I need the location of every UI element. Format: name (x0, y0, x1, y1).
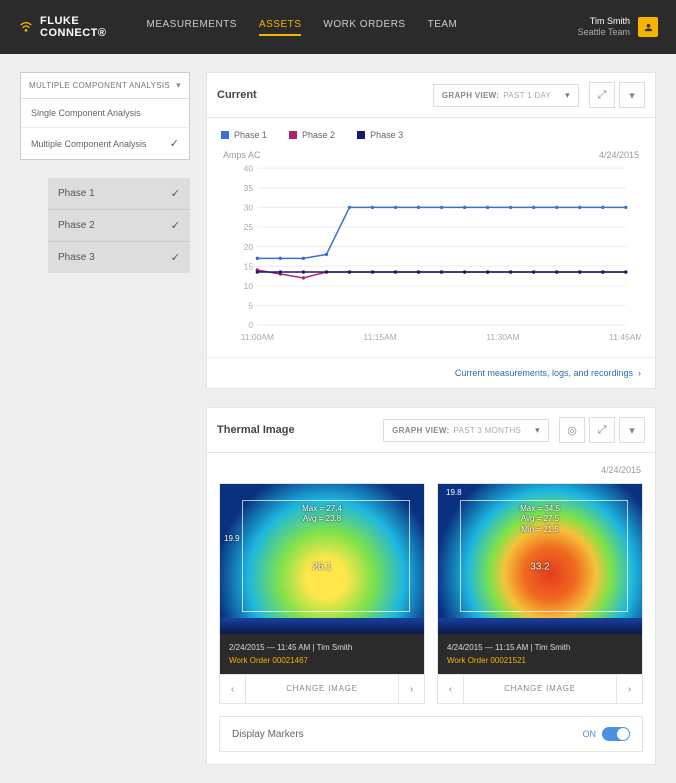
phase-item-3[interactable]: Phase 3 ✓ (48, 241, 190, 273)
svg-text:5: 5 (248, 301, 253, 311)
display-markers-row: Display Markers ON (219, 716, 643, 752)
more-menu-icon[interactable]: ▾ (619, 417, 645, 443)
analysis-dropdown-title: MULTIPLE COMPONENT ANALYSIS (29, 81, 170, 90)
chevron-right-icon: › (638, 368, 641, 378)
thermal-graph-view-select[interactable]: GRAPH VIEW: PAST 3 MONTHS ▾ (383, 419, 549, 442)
caret-down-icon: ▾ (535, 425, 540, 436)
phase-item-1[interactable]: Phase 1 ✓ (48, 178, 190, 209)
svg-text:11:15AM: 11:15AM (364, 332, 397, 342)
thermal-meta-1: 2/24/2015 — 11:45 AM | Tim Smith Work Or… (220, 634, 424, 674)
check-icon: ✓ (171, 251, 180, 264)
user-icon (638, 17, 658, 37)
nav-measurements[interactable]: MEASUREMENTS (147, 19, 237, 36)
phase-item-2[interactable]: Phase 2 ✓ (48, 209, 190, 241)
expand-icon[interactable]: ⤢ (589, 417, 615, 443)
chart-legend: Phase 1 Phase 2 Phase 3 (207, 118, 655, 144)
nav-workorders[interactable]: WORK ORDERS (323, 19, 405, 36)
check-icon: ✓ (170, 137, 179, 150)
check-icon: ✓ (171, 187, 180, 200)
graph-view-select[interactable]: GRAPH VIEW: PAST 1 DAY ▾ (433, 84, 579, 107)
user-name: Tim Smith (578, 16, 630, 27)
analysis-dropdown-toggle[interactable]: MULTIPLE COMPONENT ANALYSIS ▾ (21, 73, 189, 99)
svg-text:30: 30 (244, 203, 254, 213)
work-order-link[interactable]: Work Order 00021467 (229, 655, 415, 666)
nav-team[interactable]: TEAM (428, 19, 458, 36)
next-image-button[interactable]: › (398, 675, 424, 703)
thermal-card-2: 19.8 Max = 34.5 Avg = 27.5 Min = 21.5 33… (437, 483, 643, 704)
svg-text:25: 25 (244, 222, 254, 232)
next-image-button[interactable]: › (616, 675, 642, 703)
caret-down-icon: ▾ (565, 90, 570, 101)
change-image-button[interactable]: CHANGE IMAGE (246, 675, 398, 703)
toggle-switch-icon (602, 727, 630, 741)
analysis-option-multiple[interactable]: Multiple Component Analysis ✓ (21, 127, 189, 159)
current-panel-title: Current (217, 89, 257, 101)
svg-text:35: 35 (244, 183, 254, 193)
svg-text:11:30AM: 11:30AM (486, 332, 519, 342)
check-icon: ✓ (171, 219, 180, 232)
thermal-panel-title: Thermal Image (217, 424, 295, 436)
caret-down-icon: ▾ (176, 80, 181, 91)
svg-text:0: 0 (248, 320, 253, 330)
brand-logo: FLUKE CONNECT® (18, 15, 107, 39)
prev-image-button[interactable]: ‹ (220, 675, 246, 703)
svg-text:20: 20 (244, 242, 254, 252)
svg-text:11:45AM: 11:45AM (609, 332, 641, 342)
prev-image-button[interactable]: ‹ (438, 675, 464, 703)
user-team: Seattle Team (578, 27, 630, 38)
work-order-link[interactable]: Work Order 00021521 (447, 655, 633, 666)
svg-text:15: 15 (244, 261, 254, 271)
analysis-option-single[interactable]: Single Component Analysis (21, 99, 189, 127)
current-footer-link[interactable]: Current measurements, logs, and recordin… (207, 357, 655, 388)
brand-line2: CONNECT (40, 27, 98, 39)
current-panel: Current GRAPH VIEW: PAST 1 DAY ▾ ⤢ ▾ Pha… (206, 72, 656, 389)
analysis-dropdown: MULTIPLE COMPONENT ANALYSIS ▾ Single Com… (20, 72, 190, 160)
current-chart: 0 5 10 15 20 25 30 35 40 11:00AM 11:15AM 11:30AM 11:… (221, 164, 641, 344)
thermal-image-1[interactable]: Max = 27.4 Avg = 23.8 19.9 26.1 (220, 484, 424, 634)
svg-text:40: 40 (244, 164, 254, 173)
chart-y-title: Amps AC (223, 150, 261, 160)
wifi-icon (18, 19, 34, 35)
chart-date: 4/24/2015 (599, 150, 639, 160)
nav-assets[interactable]: ASSETS (259, 19, 301, 36)
main-nav: MEASUREMENTS ASSETS WORK ORDERS TEAM (147, 19, 458, 36)
thermal-date: 4/24/2015 (219, 465, 643, 483)
svg-text:10: 10 (244, 281, 254, 291)
more-menu-icon[interactable]: ▾ (619, 82, 645, 108)
change-image-button[interactable]: CHANGE IMAGE (464, 675, 616, 703)
thermal-panel: Thermal Image GRAPH VIEW: PAST 3 MONTHS … (206, 407, 656, 765)
sidebar: MULTIPLE COMPONENT ANALYSIS ▾ Single Com… (20, 72, 190, 765)
expand-icon[interactable]: ⤢ (589, 82, 615, 108)
thermal-meta-2: 4/24/2015 — 11:15 AM | Tim Smith Work Or… (438, 634, 642, 674)
user-block[interactable]: Tim Smith Seattle Team (578, 16, 658, 38)
svg-text:11:00AM: 11:00AM (241, 332, 274, 342)
top-nav: FLUKE CONNECT® MEASUREMENTS ASSETS WORK … (0, 0, 676, 54)
thermal-image-2[interactable]: 19.8 Max = 34.5 Avg = 27.5 Min = 21.5 33… (438, 484, 642, 634)
thermal-card-1: Max = 27.4 Avg = 23.8 19.9 26.1 2/24/201… (219, 483, 425, 704)
target-icon[interactable]: ◎ (559, 417, 585, 443)
markers-toggle[interactable]: ON (583, 727, 631, 741)
brand-line1: FLUKE (40, 15, 79, 27)
phase-list: Phase 1 ✓ Phase 2 ✓ Phase 3 ✓ (48, 178, 190, 273)
